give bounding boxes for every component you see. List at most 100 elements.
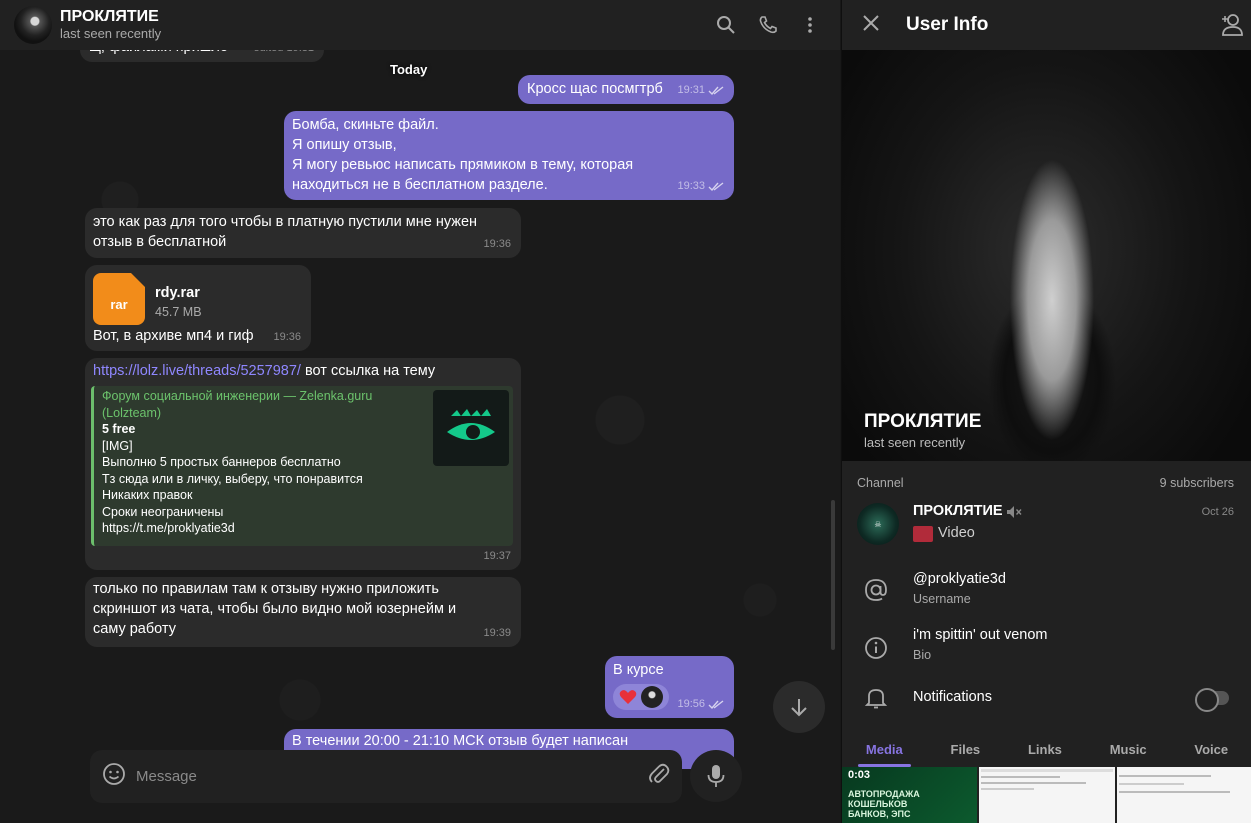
search-icon[interactable]	[712, 11, 740, 39]
microphone-icon	[707, 765, 725, 787]
archive-file-icon[interactable]: rar	[93, 273, 145, 325]
tab-files[interactable]: Files	[951, 742, 981, 757]
reactor-avatar	[641, 686, 663, 708]
message-time: 19:56	[677, 694, 724, 714]
bio-value: i'm spittin' out venom	[913, 627, 1048, 643]
notifications-row[interactable]: Notifications	[842, 684, 1251, 714]
message-text: Кросс щас посмгтрб	[527, 81, 663, 97]
chat-header[interactable]: ПРОКЛЯТИЕ last seen recently	[0, 0, 840, 50]
message-time-value: 19:31	[677, 84, 705, 96]
tab-voice[interactable]: Voice	[1194, 742, 1228, 757]
add-contact-icon[interactable]	[1221, 13, 1243, 42]
channel-avatar: ☠	[857, 503, 899, 545]
media-thumb[interactable]	[979, 767, 1115, 823]
chat-scrollbar[interactable]	[831, 500, 835, 650]
message-text: В течении 20:00 - 21:10 МСК отзыв будет …	[292, 733, 629, 749]
link-preview[interactable]: Форум социальной инженерии — Zelenka.gur…	[91, 386, 513, 546]
video-duration: 0:03	[848, 769, 871, 781]
bio-label: Bio	[913, 648, 932, 662]
chat-title: ПРОКЛЯТИЕ	[60, 8, 159, 25]
emoji-icon[interactable]	[102, 762, 126, 791]
message-time: 19:31	[677, 80, 724, 100]
message-bubble[interactable]: Бомба, скиньте файл. Я опишу отзыв, Я мо…	[284, 111, 734, 200]
avatar[interactable]	[14, 6, 52, 44]
message-time-value: 19:56	[677, 698, 705, 710]
message-time: 19:37	[483, 550, 511, 562]
muted-icon	[1006, 505, 1022, 524]
chat-column: ПРОКЛЯТИЕ last seen recently щ, файлами …	[0, 0, 840, 823]
close-icon[interactable]	[862, 14, 880, 37]
channel-name: ПРОКЛЯТИЕ	[913, 503, 1003, 519]
profile-photo[interactable]: ПРОКЛЯТИЕ last seen recently	[842, 50, 1251, 461]
chat-title-block[interactable]: ПРОКЛЯТИЕ last seen recently	[60, 8, 161, 42]
username-label: Username	[913, 592, 971, 606]
message-text: вот ссылка на тему	[300, 363, 436, 379]
message-composer	[90, 750, 682, 803]
message-text: Вот, в архиве мп4 и гиф	[93, 328, 254, 344]
channel-section[interactable]: Channel 9 subscribers ☠ ПРОКЛЯТИЕ Oct 26…	[842, 476, 1251, 550]
message-bubble[interactable]: это как раз для того чтобы в платную пус…	[85, 208, 521, 258]
chat-status: last seen recently	[60, 26, 162, 41]
media-tabs: Media Files Links Music Voice	[842, 731, 1251, 767]
profile-name: ПРОКЛЯТИЕ	[864, 411, 982, 432]
message-time: 19:36	[483, 238, 511, 250]
media-grid: 0:03 АВТОПРОДАЖА КОШЕЛЬКОВ БАНКОВ, ЭПС	[842, 767, 1251, 823]
more-icon[interactable]	[796, 11, 824, 39]
message-time: 19:36	[273, 331, 301, 343]
tab-music[interactable]: Music	[1110, 742, 1147, 757]
heart-icon	[619, 690, 637, 704]
subscriber-count: 9 subscribers	[1159, 476, 1234, 490]
tab-media[interactable]: Media	[857, 742, 911, 767]
file-name: rdy.rar	[155, 285, 200, 301]
message-time: 19:39	[483, 627, 511, 639]
message-bubble[interactable]: Кросс щас посмгтрб 19:31	[518, 75, 734, 104]
bio-row[interactable]: i'm spittin' out venom Bio	[842, 624, 1251, 674]
message-bubble[interactable]: только по правилам там к отзыву нужно пр…	[85, 577, 521, 647]
channel-date: Oct 26	[1201, 506, 1234, 518]
media-thumb[interactable]	[1116, 767, 1251, 823]
message-text: это как раз для того чтобы в платную пус…	[93, 214, 478, 250]
notifications-toggle[interactable]	[1195, 688, 1229, 712]
message-input[interactable]	[136, 768, 648, 785]
thread-link[interactable]: https://lolz.live/threads/5257987/	[93, 363, 301, 379]
arrow-down-icon	[791, 699, 807, 717]
message-bubble[interactable]: В курсе 19:56	[605, 656, 734, 718]
message-text: Бомба, скиньте файл. Я опишу отзыв, Я мо…	[292, 117, 634, 193]
preview-eye-logo-icon	[433, 390, 509, 466]
user-info-panel: User Info ПРОКЛЯТИЕ last seen recently C…	[841, 0, 1251, 823]
username-value: @proklyatie3d	[913, 571, 1006, 587]
profile-status: last seen recently	[864, 435, 966, 450]
video-thumb-icon	[913, 526, 933, 542]
info-icon	[864, 636, 888, 665]
read-checks-icon	[708, 85, 724, 95]
message-time-value: 19:33	[677, 180, 705, 192]
notifications-label: Notifications	[913, 689, 992, 705]
message-text: только по правилам там к отзыву нужно пр…	[93, 581, 457, 637]
media-thumb[interactable]: 0:03 АВТОПРОДАЖА КОШЕЛЬКОВ БАНКОВ, ЭПС	[842, 767, 978, 823]
heart-reaction[interactable]	[613, 684, 669, 710]
preview-site: Форум социальной инженерии — Zelenka.gur…	[102, 389, 373, 420]
header-actions	[712, 11, 824, 39]
telegram-window: ПРОКЛЯТИЕ last seen recently щ, файлами …	[0, 0, 1251, 823]
channel-label: Channel	[857, 476, 904, 490]
panel-header: User Info	[842, 0, 1251, 50]
read-checks-icon	[708, 699, 724, 709]
file-message[interactable]: rar rdy.rar 45.7 MB Вот, в архиве мп4 и …	[85, 265, 311, 351]
username-row[interactable]: @proklyatie3d Username	[842, 566, 1251, 616]
scroll-down-button[interactable]	[773, 681, 825, 733]
panel-title: User Info	[906, 14, 989, 35]
voice-record-button[interactable]	[690, 750, 742, 802]
phone-icon[interactable]	[754, 11, 782, 39]
read-checks-icon	[708, 181, 724, 191]
message-time: 19:33	[677, 176, 724, 196]
attach-icon[interactable]	[648, 762, 670, 791]
channel-last-message: Video	[938, 525, 975, 541]
message-text: В курсе	[613, 662, 664, 678]
day-separator: Today	[390, 62, 428, 77]
bell-icon	[864, 686, 888, 715]
media-caption: АВТОПРОДАЖА КОШЕЛЬКОВ БАНКОВ, ЭПС	[848, 789, 920, 819]
at-icon	[864, 578, 888, 607]
file-size: 45.7 MB	[155, 305, 202, 319]
tab-links[interactable]: Links	[1028, 742, 1062, 757]
link-message[interactable]: https://lolz.live/threads/5257987/ вот с…	[85, 358, 521, 570]
